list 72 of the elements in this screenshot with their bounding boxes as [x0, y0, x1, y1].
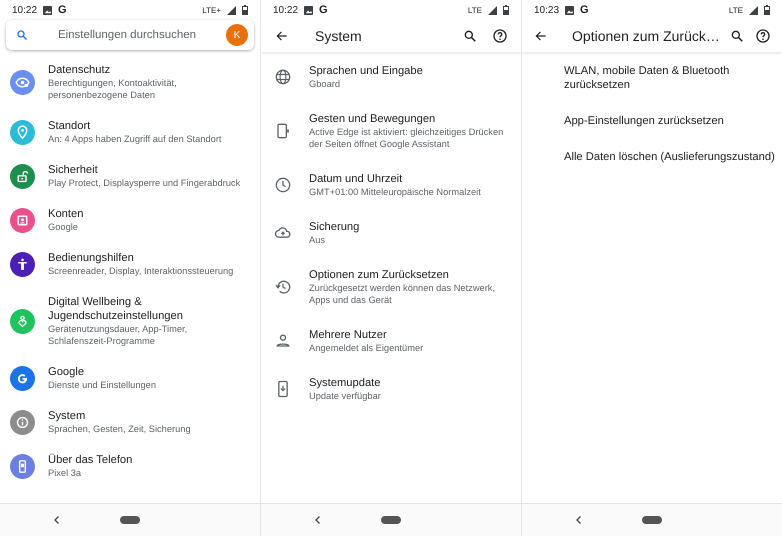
- page-title: System: [315, 28, 363, 44]
- setting-summary: Berechtigungen, Kontoaktivität, personenbezogene Daten: [48, 77, 177, 101]
- status-time: 10:22: [12, 4, 38, 16]
- signal-icon: [749, 6, 758, 14]
- search-icon: [463, 29, 477, 43]
- help-icon: [492, 28, 508, 44]
- setting-summary: Angemeldet als Eigentümer: [309, 342, 424, 354]
- search-field[interactable]: Einstellungen durchsuchen K: [6, 20, 254, 50]
- google-notification: G: [58, 4, 67, 16]
- battery-icon: [242, 5, 248, 15]
- setting-summary: Play Protect, Displaysperre und Fingerabdruck: [48, 177, 240, 189]
- setting-summary: Zurückgesetzt werden können das Netzwerk, Apps und das Gerät: [309, 282, 496, 306]
- setting-summary: Dienste und Einstellungen: [48, 379, 156, 391]
- status-time: 10:23: [534, 4, 560, 16]
- page-title: Optionen zum Zurück…: [572, 28, 720, 44]
- setting-title[interactable]: Konten: [48, 207, 84, 221]
- setting-summary: GMT+01:00 Mitteleuropäische Normalzeit: [309, 186, 481, 198]
- setting-summary: Aus: [309, 234, 326, 246]
- battery-icon: [503, 5, 509, 15]
- setting-title[interactable]: Google: [48, 365, 156, 379]
- home-handle[interactable]: [120, 516, 140, 524]
- setting-summary: Update verfügbar: [309, 390, 381, 402]
- setting-summary: Google: [48, 221, 79, 233]
- help-icon: [754, 28, 771, 44]
- setting-title[interactable]: Sprachen und Eingabe: [309, 64, 423, 78]
- setting-title[interactable]: Über das Telefon: [48, 453, 132, 467]
- network-type: LTE: [728, 6, 743, 14]
- setting-title[interactable]: Bedienungshilfen: [48, 251, 234, 265]
- battery-icon: [764, 5, 770, 15]
- setting-title[interactable]: Sicherung: [309, 220, 360, 234]
- image-notification-icon: [565, 6, 574, 14]
- back-icon[interactable]: [313, 515, 323, 525]
- setting-title[interactable]: Alle Daten löschen (Auslieferungszustand): [564, 150, 775, 164]
- setting-summary: Pixel 3a: [48, 467, 82, 479]
- search-icon: [16, 29, 28, 41]
- setting-title[interactable]: Gesten und Bewegungen: [309, 112, 504, 126]
- setting-summary: Active Edge ist aktiviert: gleichzeitiges Drücken der Seiten öffnet Google Assistant: [309, 126, 504, 150]
- signal-icon: [488, 6, 497, 14]
- setting-summary: Screenreader, Display, Interaktionssteuerung: [48, 265, 234, 277]
- back-arrow-icon: [534, 29, 548, 43]
- setting-title[interactable]: System: [48, 409, 191, 423]
- setting-title[interactable]: Datum und Uhrzeit: [309, 172, 481, 186]
- google-notification: G: [580, 4, 589, 16]
- setting-title[interactable]: Datenschutz: [48, 63, 177, 77]
- clock-icon: [273, 175, 293, 195]
- setting-title[interactable]: App-Einstellungen zurücksetzen: [564, 114, 724, 128]
- back-icon[interactable]: [574, 515, 584, 525]
- back-arrow-icon: [275, 29, 289, 43]
- home-handle[interactable]: [381, 516, 401, 524]
- home-handle[interactable]: [642, 516, 662, 524]
- google-notification: G: [319, 4, 328, 16]
- setting-title[interactable]: WLAN, mobile Daten & Bluetooth zurücksetzen: [564, 64, 730, 92]
- setting-summary: An: 4 Apps haben Zugriff auf den Standort: [48, 133, 222, 145]
- setting-title[interactable]: Digital Wellbeing & Jugendschutzeinstellungen: [48, 295, 188, 323]
- search-placeholder: Einstellungen durchsuchen: [56, 29, 198, 41]
- setting-title[interactable]: Standort: [48, 119, 222, 133]
- image-notification-icon: [43, 6, 52, 14]
- globe-icon: [273, 67, 293, 87]
- setting-title[interactable]: Sicherheit: [48, 163, 240, 177]
- setting-summary: Gerätenutzungsdauer, App-Timer, Schlafenszeit-Programme: [48, 323, 188, 347]
- signal-icon: [227, 6, 236, 14]
- setting-summary: Sprachen, Gesten, Zeit, Sicherung: [48, 423, 191, 435]
- setting-title[interactable]: Optionen zum Zurücksetzen: [309, 268, 496, 282]
- setting-title[interactable]: Mehrere Nutzer: [309, 328, 424, 342]
- network-type: LTE: [468, 6, 482, 14]
- image-notification-icon: [304, 6, 314, 14]
- search-icon: [730, 29, 744, 43]
- network-type: LTE+: [202, 6, 221, 14]
- setting-title[interactable]: Systemupdate: [309, 376, 381, 390]
- setting-summary: Gboard: [309, 78, 342, 90]
- status-time: 10:22: [273, 4, 298, 16]
- back-icon[interactable]: [52, 515, 62, 525]
